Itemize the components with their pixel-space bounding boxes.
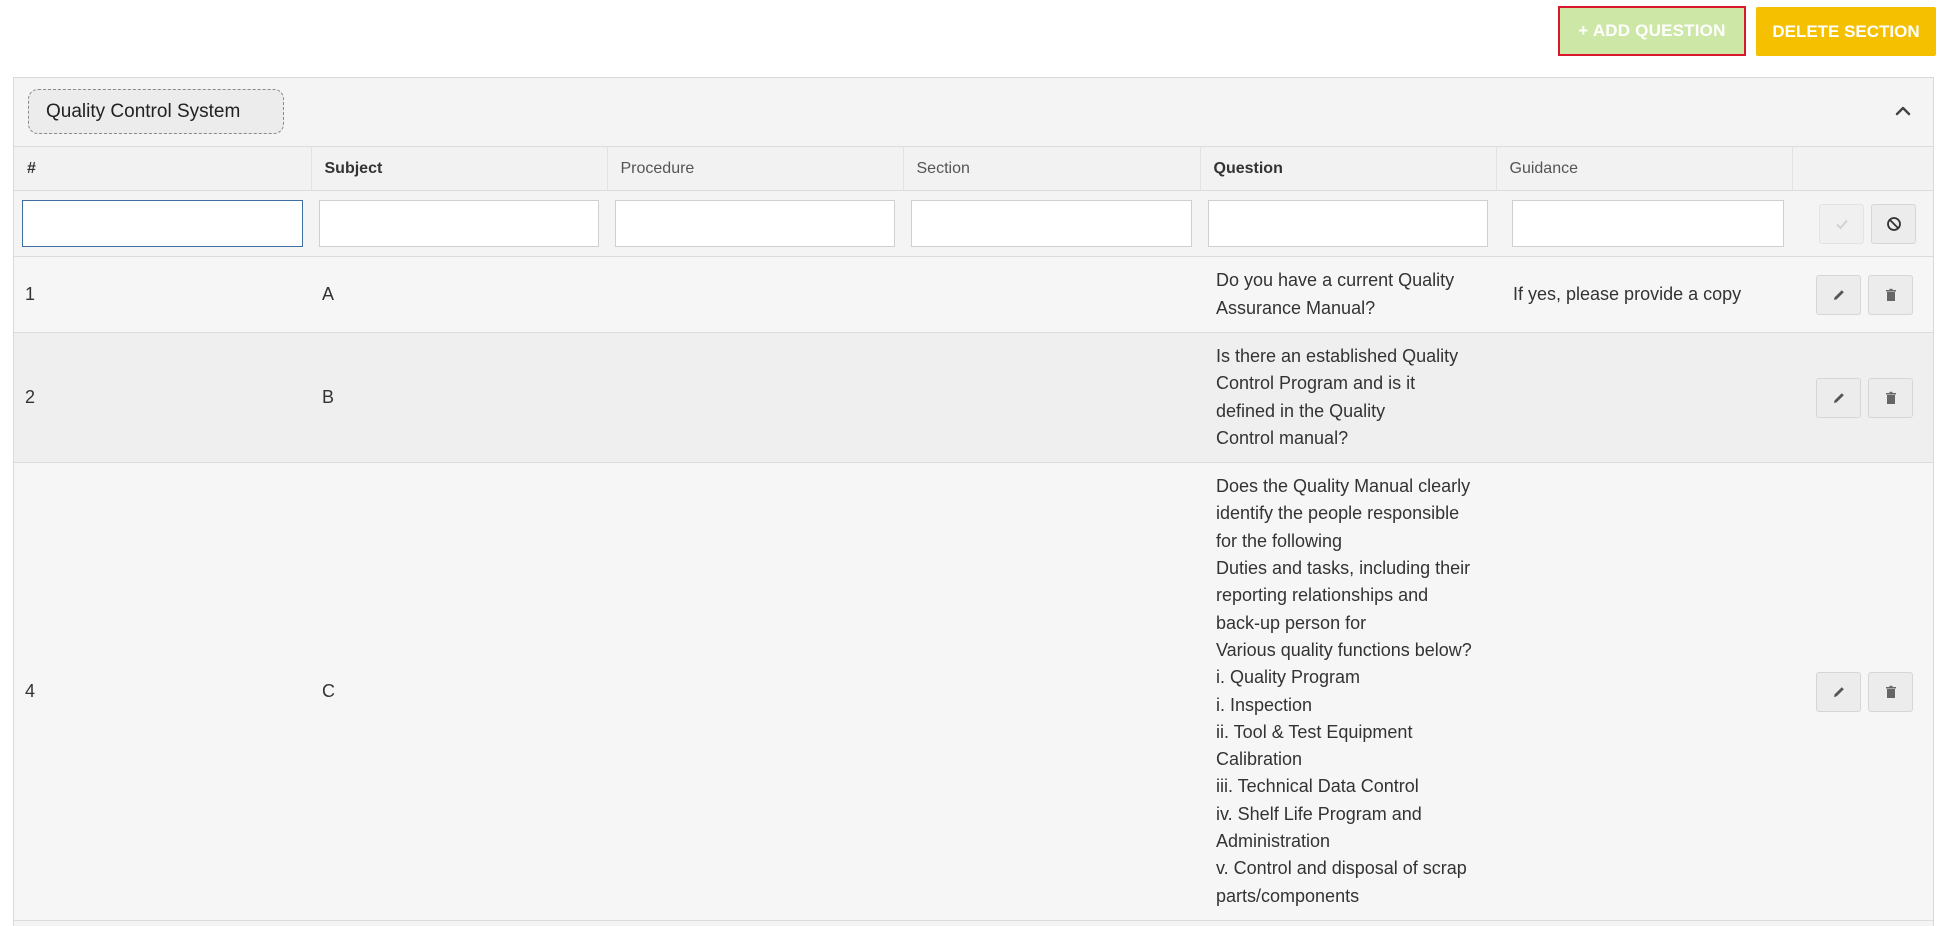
delete-section-button[interactable]: DELETE SECTION <box>1756 7 1936 56</box>
edit-button[interactable] <box>1816 274 1861 315</box>
question-line: ii. Tool & Test Equipment <box>1216 721 1413 742</box>
top-toolbar: + ADD QUESTION DELETE SECTION <box>0 0 1946 75</box>
column-header-section[interactable]: Section <box>903 146 1201 191</box>
row-question: Does the Quality Manual clearly identify… <box>1200 462 1496 921</box>
row-actions <box>1803 274 1922 315</box>
question-line: Calibration <box>1216 749 1303 770</box>
new-question-row <box>14 190 1933 257</box>
section-header: Quality Control System <box>14 78 1933 146</box>
question-line: v. Control and disposal of scrap <box>1216 858 1467 879</box>
row-number: 2 <box>14 332 311 463</box>
edit-button[interactable] <box>1816 377 1861 418</box>
trash-icon <box>1885 288 1896 301</box>
row-subject: A <box>311 256 607 333</box>
row-section <box>903 256 1200 333</box>
question-line: Control Program and is it <box>1216 373 1416 394</box>
question-line: Is there an established Quality <box>1216 345 1459 366</box>
row-guidance: If yes, please provide a copy <box>1496 256 1792 333</box>
confirm-button[interactable] <box>1819 203 1864 244</box>
table-row: 4 C Does the Quality Manual clearly iden… <box>14 462 1933 921</box>
row-actions <box>1803 671 1922 712</box>
row-guidance <box>1496 462 1792 921</box>
questions-table: # Subject Procedure Section Question Gui… <box>14 146 1933 921</box>
section-title[interactable]: Quality Control System <box>28 89 284 134</box>
question-line: reporting relationships and <box>1216 585 1429 606</box>
table-header-row: # Subject Procedure Section Question Gui… <box>14 146 1933 191</box>
question-line: Administration <box>1216 830 1331 851</box>
question-line: identify the people responsible <box>1216 503 1460 524</box>
row-subject: B <box>311 332 607 463</box>
row-procedure <box>607 256 903 333</box>
trash-icon <box>1885 391 1896 404</box>
column-header-question[interactable]: Question <box>1200 146 1497 191</box>
edit-button[interactable] <box>1816 671 1861 712</box>
table-row: 1 A Do you have a current Quality Assura… <box>14 256 1933 333</box>
new-row-actions <box>1800 203 1925 244</box>
section-panel: Quality Control System # Subject Procedu… <box>13 77 1934 926</box>
question-line: Do you have a current Quality <box>1216 270 1455 291</box>
question-line: i. Quality Program <box>1216 667 1361 688</box>
row-section <box>903 332 1200 463</box>
pencil-icon <box>1833 686 1844 697</box>
add-question-button[interactable]: + ADD QUESTION <box>1558 6 1746 56</box>
question-input[interactable] <box>1208 200 1488 247</box>
question-line: Assurance Manual? <box>1216 297 1376 318</box>
question-line: Duties and tasks, including their <box>1216 558 1471 579</box>
question-line: for the following <box>1216 530 1343 551</box>
pencil-icon <box>1833 289 1844 300</box>
subject-input[interactable] <box>319 200 599 247</box>
row-question: Do you have a current Quality Assurance … <box>1200 256 1496 333</box>
number-input[interactable] <box>22 200 303 247</box>
row-procedure <box>607 332 903 463</box>
question-line: defined in the Quality <box>1216 400 1386 421</box>
procedure-input[interactable] <box>615 200 895 247</box>
ban-icon <box>1886 216 1901 231</box>
question-line: Various quality functions below? <box>1216 639 1472 660</box>
question-line: parts/components <box>1216 885 1360 906</box>
row-procedure <box>607 462 903 921</box>
question-line: Control manual? <box>1216 427 1349 448</box>
guidance-input[interactable] <box>1512 200 1784 247</box>
row-number: 4 <box>14 462 311 921</box>
trash-icon <box>1885 685 1896 698</box>
row-section <box>903 462 1200 921</box>
pencil-icon <box>1833 392 1844 403</box>
row-subject: C <box>311 462 607 921</box>
chevron-up-icon[interactable] <box>1895 103 1911 119</box>
table-row: 2 B Is there an established Quality Cont… <box>14 332 1933 463</box>
section-input[interactable] <box>911 200 1192 247</box>
cancel-button[interactable] <box>1871 203 1916 244</box>
question-line: Does the Quality Manual clearly <box>1216 476 1471 497</box>
check-icon <box>1835 219 1848 229</box>
question-line: iii. Technical Data Control <box>1216 776 1419 797</box>
question-line: i. Inspection <box>1216 694 1313 715</box>
column-header-guidance[interactable]: Guidance <box>1496 146 1793 191</box>
column-header-subject[interactable]: Subject <box>311 146 608 191</box>
question-line: iv. Shelf Life Program and <box>1216 803 1422 824</box>
question-line: back-up person for <box>1216 612 1367 633</box>
column-header-number[interactable]: # <box>14 146 312 191</box>
row-actions <box>1803 377 1922 418</box>
column-header-actions <box>1792 146 1933 191</box>
delete-button[interactable] <box>1868 377 1913 418</box>
delete-button[interactable] <box>1868 671 1913 712</box>
delete-button[interactable] <box>1868 274 1913 315</box>
column-header-procedure[interactable]: Procedure <box>607 146 904 191</box>
row-number: 1 <box>14 256 311 333</box>
row-question: Is there an established Quality Control … <box>1200 332 1496 463</box>
row-guidance <box>1496 332 1792 463</box>
